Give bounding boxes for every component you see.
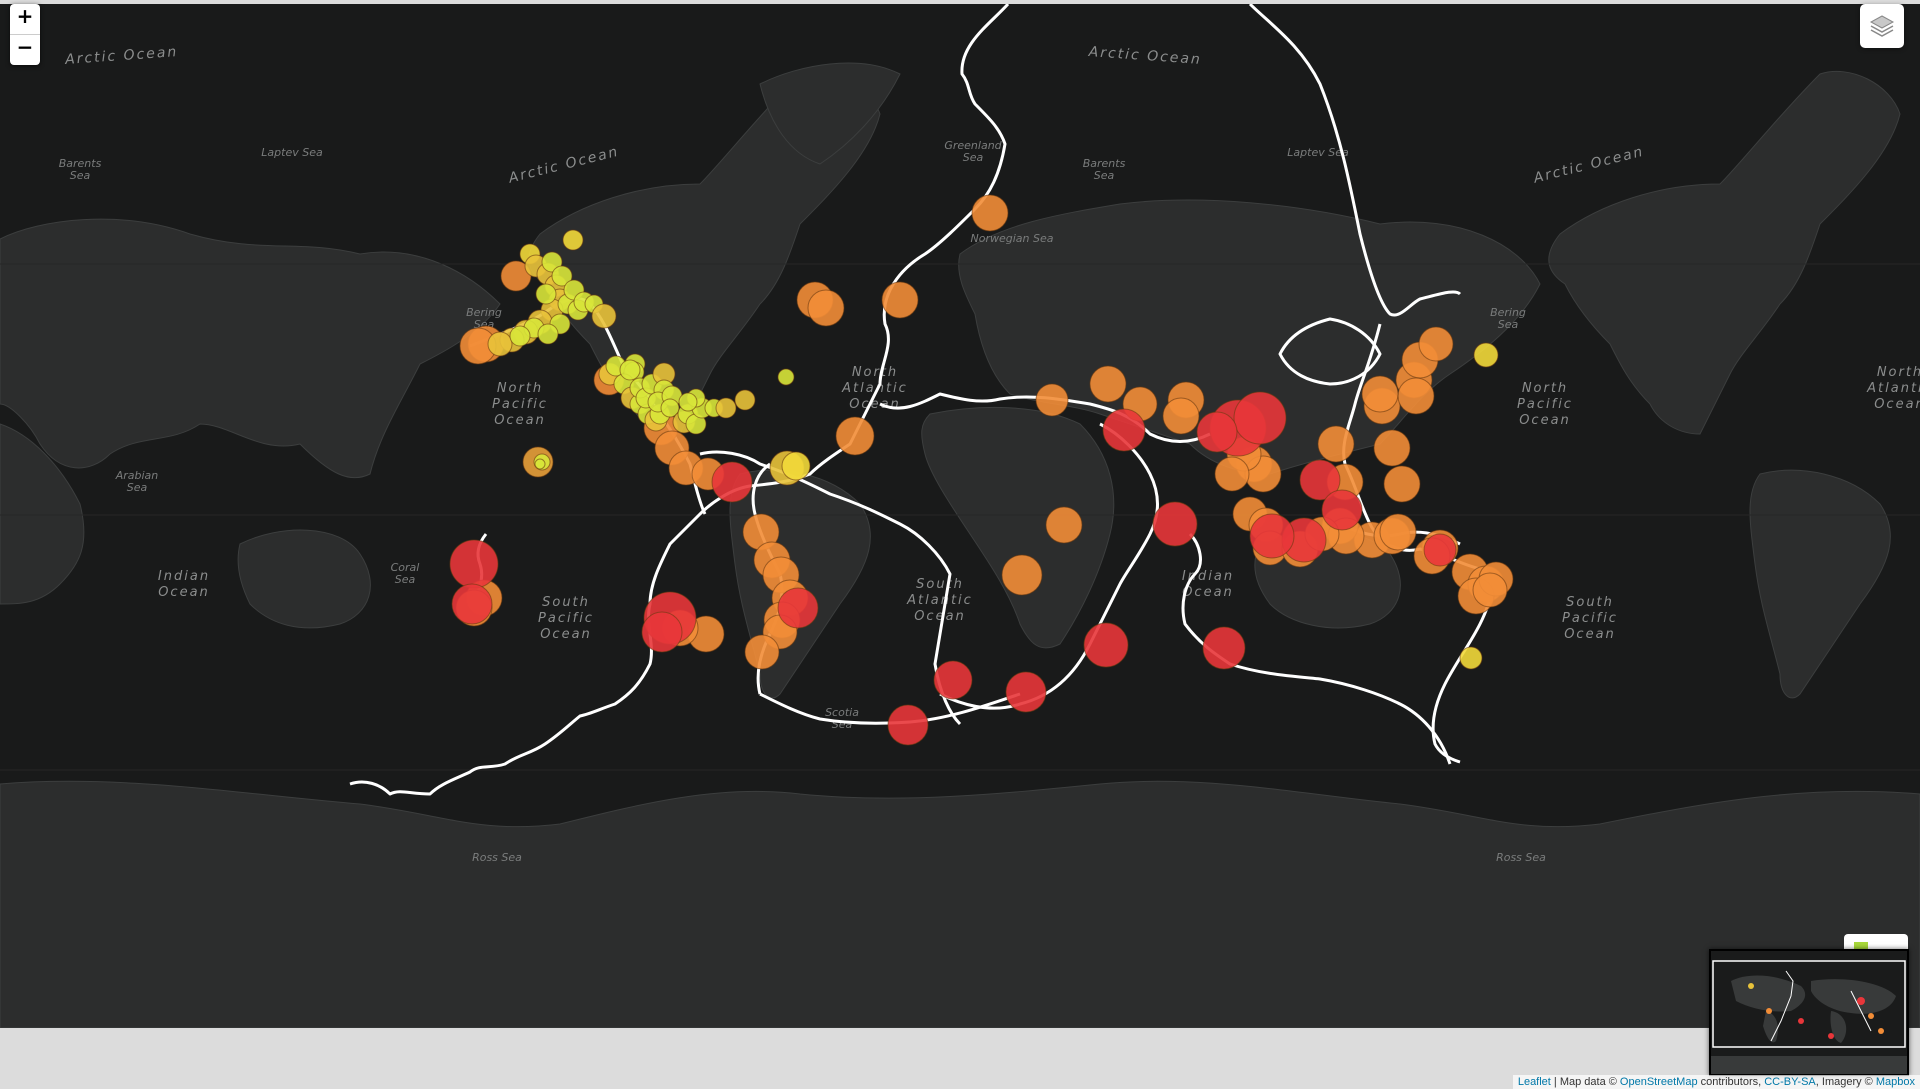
earthquake-marker[interactable]: [1361, 375, 1399, 413]
arctic-ocean-w-label: Arctic Ocean: [64, 44, 179, 68]
scotia-sea-label: Scotia Sea: [825, 706, 859, 731]
earthquake-marker[interactable]: [1383, 465, 1421, 503]
north-pacific-w-label: North Pacific Ocean: [492, 381, 548, 428]
earthquake-marker[interactable]: [1152, 501, 1198, 547]
earthquake-marker[interactable]: [678, 392, 698, 412]
indian-ocean-w-label: Indian Ocean: [158, 569, 210, 600]
earthquake-marker[interactable]: [1233, 391, 1287, 445]
earthquake-marker[interactable]: [487, 331, 513, 357]
earthquake-marker[interactable]: [744, 634, 780, 670]
earthquake-marker[interactable]: [711, 461, 753, 503]
minimap[interactable]: [1709, 949, 1909, 1076]
earthquake-marker[interactable]: [1379, 513, 1417, 551]
minimap-world: [1711, 951, 1907, 1074]
earthquake-marker[interactable]: [933, 660, 973, 700]
coral-sea-label: Coral Sea: [391, 561, 420, 586]
arabian-sea-label: Arabian Sea: [115, 469, 159, 494]
earthquake-marker[interactable]: [1473, 342, 1499, 368]
south-atlantic-label: South Atlantic Ocean: [906, 577, 973, 624]
earthquake-marker[interactable]: [1317, 425, 1355, 463]
earthquake-marker[interactable]: [781, 451, 811, 481]
antarctica: [0, 780, 1920, 1028]
barents-sea-w-label: Barents Sea: [59, 157, 102, 182]
earthquake-marker[interactable]: [1035, 383, 1069, 417]
earthquake-marker[interactable]: [1423, 533, 1457, 567]
world-map[interactable]: Arctic Ocean Arctic Ocean Arctic Ocean Arct…: [0, 4, 1920, 1028]
norwegian-sea-label: Norwegian Sea: [971, 232, 1054, 245]
osm-link[interactable]: OpenStreetMap: [1620, 1076, 1698, 1088]
earthquake-marker[interactable]: [1005, 671, 1047, 713]
earthquake-marker[interactable]: [591, 303, 617, 329]
zoom-in-button[interactable]: +: [10, 4, 40, 34]
earthquake-marker[interactable]: [715, 397, 737, 419]
earthquake-marker[interactable]: [1162, 397, 1200, 435]
arctic-ocean-e-label: Arctic Ocean: [1531, 144, 1646, 187]
ross-sea-w-label: Ross Sea: [472, 851, 522, 864]
attribution-separator: | Map data ©: [1550, 1076, 1620, 1088]
earthquake-marker[interactable]: [534, 458, 546, 470]
earthquake-marker[interactable]: [1321, 489, 1363, 531]
earthquake-marker[interactable]: [971, 194, 1009, 232]
earthquake-marker[interactable]: [734, 389, 756, 411]
eurasia-west: [0, 218, 501, 479]
earthquake-marker[interactable]: [451, 583, 493, 625]
land-masses: [0, 62, 1920, 1028]
barents-sea-e-label: Barents Sea: [1083, 157, 1126, 182]
attribution: Leaflet | Map data © OpenStreetMap contr…: [1512, 1075, 1920, 1089]
earthquake-marker[interactable]: [1373, 429, 1411, 467]
earthquake-marker[interactable]: [1045, 506, 1083, 544]
ross-sea-e-label: Ross Sea: [1496, 851, 1546, 864]
attribution-imagery: , Imagery ©: [1815, 1076, 1876, 1088]
earthquake-marker[interactable]: [562, 229, 584, 251]
zoom-control: + −: [10, 4, 40, 65]
earthquake-marker[interactable]: [777, 587, 819, 629]
earthquake-marker[interactable]: [449, 539, 499, 589]
earthquake-marker[interactable]: [537, 323, 559, 345]
earthquake-marker[interactable]: [807, 289, 845, 327]
earthquake-marker[interactable]: [1083, 622, 1129, 668]
earthquake-marker[interactable]: [1249, 513, 1295, 559]
earthquake-marker[interactable]: [835, 416, 875, 456]
layers-icon: [1869, 15, 1895, 37]
earthquake-marker[interactable]: [1001, 554, 1043, 596]
australia-west: [237, 529, 371, 629]
attribution-contributors: contributors,: [1697, 1076, 1765, 1088]
map-pane[interactable]: Arctic Ocean Arctic Ocean Arctic Ocean Arct…: [0, 4, 1920, 1028]
north-pacific-e-label: North Pacific Ocean: [1517, 381, 1573, 428]
earthquake-marker[interactable]: [619, 359, 641, 381]
south-america-east: [1749, 469, 1891, 699]
earthquake-marker[interactable]: [535, 283, 557, 305]
earthquake-marker[interactable]: [777, 368, 795, 386]
zoom-out-button[interactable]: −: [10, 34, 40, 65]
south-pacific-e-label: South Pacific Ocean: [1562, 595, 1618, 642]
layers-control-button[interactable]: [1860, 4, 1904, 48]
mapbox-link[interactable]: Mapbox: [1876, 1076, 1915, 1088]
earthquake-marker[interactable]: [1214, 456, 1250, 492]
earthquake-marker[interactable]: [1472, 572, 1508, 608]
earthquake-marker[interactable]: [881, 281, 919, 319]
earthquake-marker[interactable]: [1102, 408, 1146, 452]
north-atlantic-edge-label: NorthAtlanticOcean: [1866, 365, 1920, 412]
north-america-east: [1548, 70, 1901, 435]
arctic-ocean-c-label: Arctic Ocean: [1087, 44, 1202, 68]
earthquake-marker[interactable]: [1089, 365, 1127, 403]
earthquake-marker[interactable]: [1418, 326, 1454, 362]
cc-by-sa-link[interactable]: CC-BY-SA: [1764, 1076, 1816, 1088]
north-atlantic-label: North Atlantic Ocean: [841, 365, 908, 412]
earthquake-marker[interactable]: [1397, 377, 1435, 415]
earthquake-marker[interactable]: [1196, 411, 1238, 453]
earthquake-marker[interactable]: [1459, 646, 1483, 670]
earthquake-marker[interactable]: [887, 704, 929, 746]
laptev-sea-w-label: Laptev Sea: [261, 146, 323, 159]
earthquake-marker[interactable]: [509, 325, 531, 347]
earthquake-marker[interactable]: [641, 611, 683, 653]
leaflet-link[interactable]: Leaflet: [1518, 1076, 1551, 1088]
greenland-sea-label: Greenland Sea: [944, 139, 1002, 164]
arctic-ocean-mw-label: Arctic Ocean: [506, 144, 621, 187]
earthquake-marker[interactable]: [1202, 626, 1246, 670]
south-pacific-w-label: South Pacific Ocean: [538, 595, 594, 642]
indian-ocean-e-label: Indian Ocean: [1182, 569, 1234, 600]
